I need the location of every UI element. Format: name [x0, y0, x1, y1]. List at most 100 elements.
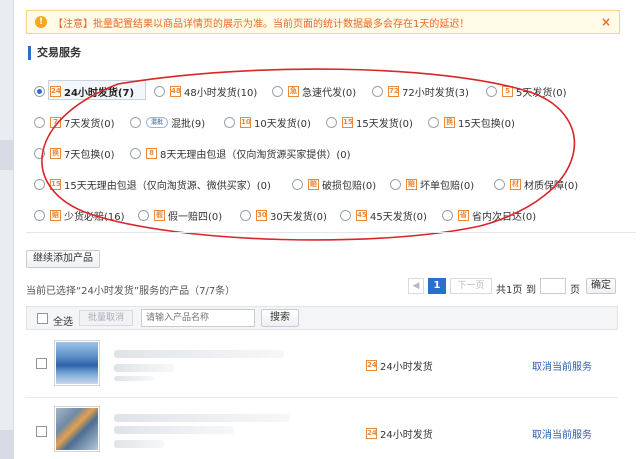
service-option-label: 破损包赔(0)	[322, 181, 377, 192]
row-service-label: 24小时发货	[380, 362, 433, 373]
radio-button[interactable]	[340, 210, 351, 221]
service-option-label: 材质保障(0)	[524, 181, 579, 192]
compensation-icon: 赔	[50, 210, 61, 221]
radio-button[interactable]	[34, 179, 45, 190]
service-option-label: 混批(9)	[171, 119, 206, 130]
page-number-input[interactable]	[540, 278, 566, 294]
service-option-15d[interactable]: 15 15天发货(0)	[326, 115, 413, 130]
radio-button[interactable]	[34, 86, 45, 97]
fake-compensation-icon: 假	[154, 210, 165, 221]
mixed-batch-icon: 混批	[146, 117, 168, 128]
service-option-30d[interactable]: 30 30天发货(0)	[240, 208, 327, 223]
radio-button[interactable]	[34, 148, 45, 159]
service-option-mixed-batch[interactable]: 混批 混批(9)	[130, 115, 205, 130]
service-option-damage-compensation[interactable]: 赔 破损包赔(0)	[292, 177, 376, 192]
service-option-label: 15天包换(0)	[458, 119, 515, 130]
service-option-8d-return[interactable]: 8 8天无理由包退（仅向淘货源买家提供）(0)	[130, 146, 351, 161]
row-checkbox[interactable]	[36, 426, 47, 437]
row-checkbox[interactable]	[36, 358, 47, 369]
service-10d-icon: 10	[240, 117, 251, 128]
radio-button[interactable]	[224, 117, 235, 128]
radio-button[interactable]	[130, 117, 141, 128]
service-30d-icon: 30	[256, 210, 267, 221]
left-sidebar-edge	[0, 0, 14, 459]
select-all-checkbox[interactable]	[37, 313, 48, 324]
radio-button[interactable]	[486, 86, 497, 97]
service-option-label: 15天无理由包退（仅向淘货源、微供买家）(0)	[64, 181, 271, 192]
service-option-48h[interactable]: 48 48小时发货(10)	[154, 84, 257, 99]
product-name-redacted	[114, 414, 290, 422]
radio-button[interactable]	[272, 86, 283, 97]
add-product-button[interactable]: 继续添加产品	[26, 250, 100, 268]
service-option-10d[interactable]: 10 10天发货(0)	[224, 115, 311, 130]
radio-button[interactable]	[428, 117, 439, 128]
notice-bar: ! 【注意】批量配置结果以商品详情页的展示为准。当前页面的统计数据最多会存在1天…	[26, 10, 620, 34]
page-current[interactable]: 1	[428, 278, 446, 294]
sidebar-handle[interactable]	[0, 430, 14, 459]
sidebar-handle[interactable]	[0, 140, 14, 170]
table-row: 24 24小时发货 取消当前服务	[26, 400, 618, 459]
radio-button[interactable]	[138, 210, 149, 221]
service-option-next-day-province[interactable]: 省 省内次日达(0)	[442, 208, 536, 223]
service-7d-icon: 7	[50, 117, 61, 128]
service-option-bad-order-compensation[interactable]: 赔 坏单包赔(0)	[390, 177, 474, 192]
service-option-7d[interactable]: 7 7天发货(0)	[34, 115, 115, 130]
exchange-icon: 换	[444, 117, 455, 128]
service-option-72h[interactable]: 72 72小时发货(3)	[372, 84, 469, 99]
return-8d-icon: 8	[146, 148, 157, 159]
radio-button[interactable]	[442, 210, 453, 221]
batch-cancel-button[interactable]: 批量取消	[79, 310, 133, 326]
service-24h-icon: 24	[50, 86, 61, 97]
service-option-5d[interactable]: 5 5天发货(0)	[486, 84, 567, 99]
product-meta-redacted	[114, 376, 154, 381]
radio-button[interactable]	[130, 148, 141, 159]
service-48h-icon: 48	[170, 86, 181, 97]
service-option-24h[interactable]: 24 24小时发货(7)	[34, 84, 134, 99]
radio-button[interactable]	[154, 86, 165, 97]
close-icon[interactable]: ×	[601, 15, 611, 29]
confirm-page-button[interactable]: 确定	[586, 278, 616, 294]
service-option-15d-exchange[interactable]: 换 15天包换(0)	[428, 115, 515, 130]
service-option-15d-return[interactable]: 15 15天无理由包退（仅向淘货源、微供买家）(0)	[34, 177, 271, 192]
service-option-label: 10天发货(0)	[254, 119, 311, 130]
service-option-shortage-compensation[interactable]: 赔 少货必赔(16)	[34, 208, 125, 223]
service-option-label: 72小时发货(3)	[402, 88, 469, 99]
radio-button[interactable]	[34, 117, 45, 128]
service-option-fake-compensation[interactable]: 假 假一赔四(0)	[138, 208, 222, 223]
cancel-service-link[interactable]: 取消当前服务	[532, 426, 592, 441]
service-72h-icon: 72	[388, 86, 399, 97]
product-search-input[interactable]	[141, 309, 255, 327]
service-option-label: 5天发货(0)	[516, 88, 567, 99]
service-option-label: 7天发货(0)	[64, 119, 115, 130]
row-service: 24 24小时发货	[366, 358, 433, 373]
service-option-label: 省内次日达(0)	[472, 212, 537, 223]
radio-button[interactable]	[240, 210, 251, 221]
next-day-icon: 省	[458, 210, 469, 221]
service-option-label: 15天发货(0)	[356, 119, 413, 130]
service-option-45d[interactable]: 45 45天发货(0)	[340, 208, 427, 223]
next-page-button[interactable]: 下一页	[450, 278, 492, 294]
material-icon: 材	[510, 179, 521, 190]
product-name-redacted	[114, 364, 174, 372]
service-option-material-guarantee[interactable]: 材 材质保障(0)	[494, 177, 578, 192]
radio-button[interactable]	[372, 86, 383, 97]
service-option-label: 假一赔四(0)	[168, 212, 223, 223]
radio-button[interactable]	[292, 179, 303, 190]
express-icon: 急	[288, 86, 299, 97]
search-button[interactable]: 搜索	[261, 309, 299, 327]
radio-button[interactable]	[390, 179, 401, 190]
service-option-express[interactable]: 急 急速代发(0)	[272, 84, 356, 99]
radio-button[interactable]	[494, 179, 505, 190]
cancel-service-link[interactable]: 取消当前服务	[532, 358, 592, 373]
service-option-7d-exchange[interactable]: 换 7天包换(0)	[34, 146, 115, 161]
radio-button[interactable]	[326, 117, 337, 128]
section-divider	[26, 232, 636, 233]
radio-button[interactable]	[34, 210, 45, 221]
service-45d-icon: 45	[356, 210, 367, 221]
product-thumbnail[interactable]	[54, 340, 100, 386]
page-unit-label: 页	[570, 285, 580, 296]
notice-text: 【注意】批量配置结果以商品详情页的展示为准。当前页面的统计数据最多会存在1天的延…	[53, 18, 470, 30]
product-thumbnail[interactable]	[54, 406, 100, 452]
service-option-label: 45天发货(0)	[370, 212, 427, 223]
prev-arrow-icon[interactable]: ◀	[408, 278, 424, 294]
